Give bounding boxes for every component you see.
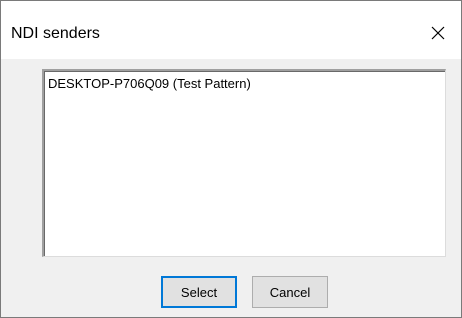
cancel-button[interactable]: Cancel (252, 276, 328, 308)
window-title: NDI senders (11, 25, 100, 42)
list-item[interactable]: DESKTOP-P706Q09 (Test Pattern) (48, 76, 251, 91)
close-icon (431, 26, 445, 40)
close-button[interactable] (415, 15, 461, 51)
select-button[interactable]: Select (161, 276, 237, 308)
title-bar[interactable]: NDI senders (1, 1, 461, 59)
ndi-senders-dialog: NDI senders DESKTOP-P706Q09 (Test Patter… (0, 0, 462, 318)
senders-listbox[interactable]: DESKTOP-P706Q09 (Test Pattern) (42, 69, 446, 257)
